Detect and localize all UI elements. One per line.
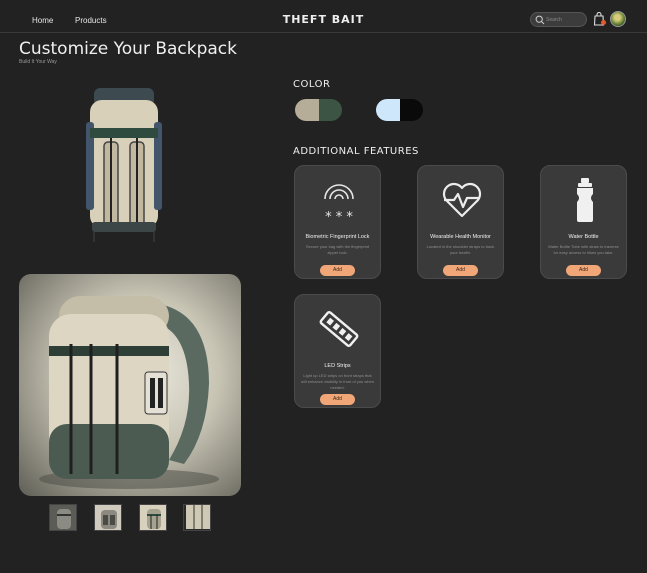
feature-title: Biometric Fingerprint Lock — [305, 234, 370, 240]
color-heading: COLOR — [293, 79, 331, 90]
backpack-hero-illustration — [39, 296, 219, 489]
top-navigation-bar: Home Products THEFT BAIT — [0, 0, 647, 33]
led-strip-icon — [295, 303, 382, 355]
feature-description: Light up LED strips on front straps that… — [301, 373, 374, 390]
page-subtitle: Build It Your Way — [19, 59, 57, 65]
water-bottle-icon — [541, 174, 628, 226]
fingerprint-lock-icon: * * * — [295, 174, 382, 226]
swatch-light-blue-black[interactable] — [376, 99, 423, 121]
feature-card-health-monitor: Wearable Health Monitor Located in the s… — [417, 165, 504, 279]
avatar[interactable] — [610, 11, 626, 27]
search-icon — [535, 15, 545, 25]
thumbnail-1[interactable] — [49, 504, 77, 531]
feature-title: LED Strips — [324, 363, 351, 369]
thumbnail-4[interactable] — [183, 504, 211, 531]
heart-monitor-icon — [418, 174, 505, 226]
svg-text:* * *: * * * — [325, 210, 353, 223]
add-water-bottle-button[interactable]: Add — [566, 265, 601, 276]
search-box[interactable] — [530, 12, 587, 27]
additional-features-heading: ADDITIONAL FEATURES — [293, 146, 419, 157]
add-fingerprint-lock-button[interactable]: Add — [320, 265, 355, 276]
swatch-beige-green[interactable] — [295, 99, 342, 121]
feature-description: Located in the shoulder straps to track … — [426, 244, 495, 255]
thumbnail-2[interactable] — [94, 504, 122, 531]
cart-badge — [601, 20, 606, 25]
feature-card-fingerprint-lock: * * * Biometric Fingerprint Lock Secure … — [294, 165, 381, 279]
feature-description: Water Bottle Tube with straw to traverse… — [548, 244, 619, 255]
thumbnail-3[interactable] — [139, 504, 167, 531]
page-title: Customize Your Backpack — [19, 39, 238, 59]
backpack-hero-image — [19, 274, 241, 496]
feature-card-water-bottle: Water Bottle Water Bottle Tube with stra… — [540, 165, 627, 279]
add-health-monitor-button[interactable]: Add — [443, 265, 478, 276]
backpack-product-image — [86, 88, 162, 242]
feature-title: Water Bottle — [568, 234, 599, 240]
feature-card-led-strips: LED Strips Light up LED strips on front … — [294, 294, 381, 408]
feature-title: Wearable Health Monitor — [430, 234, 491, 240]
add-led-strips-button[interactable]: Add — [320, 394, 355, 405]
search-input[interactable] — [546, 14, 584, 25]
feature-description: Secure your bag with the fingerprint zip… — [305, 244, 370, 255]
